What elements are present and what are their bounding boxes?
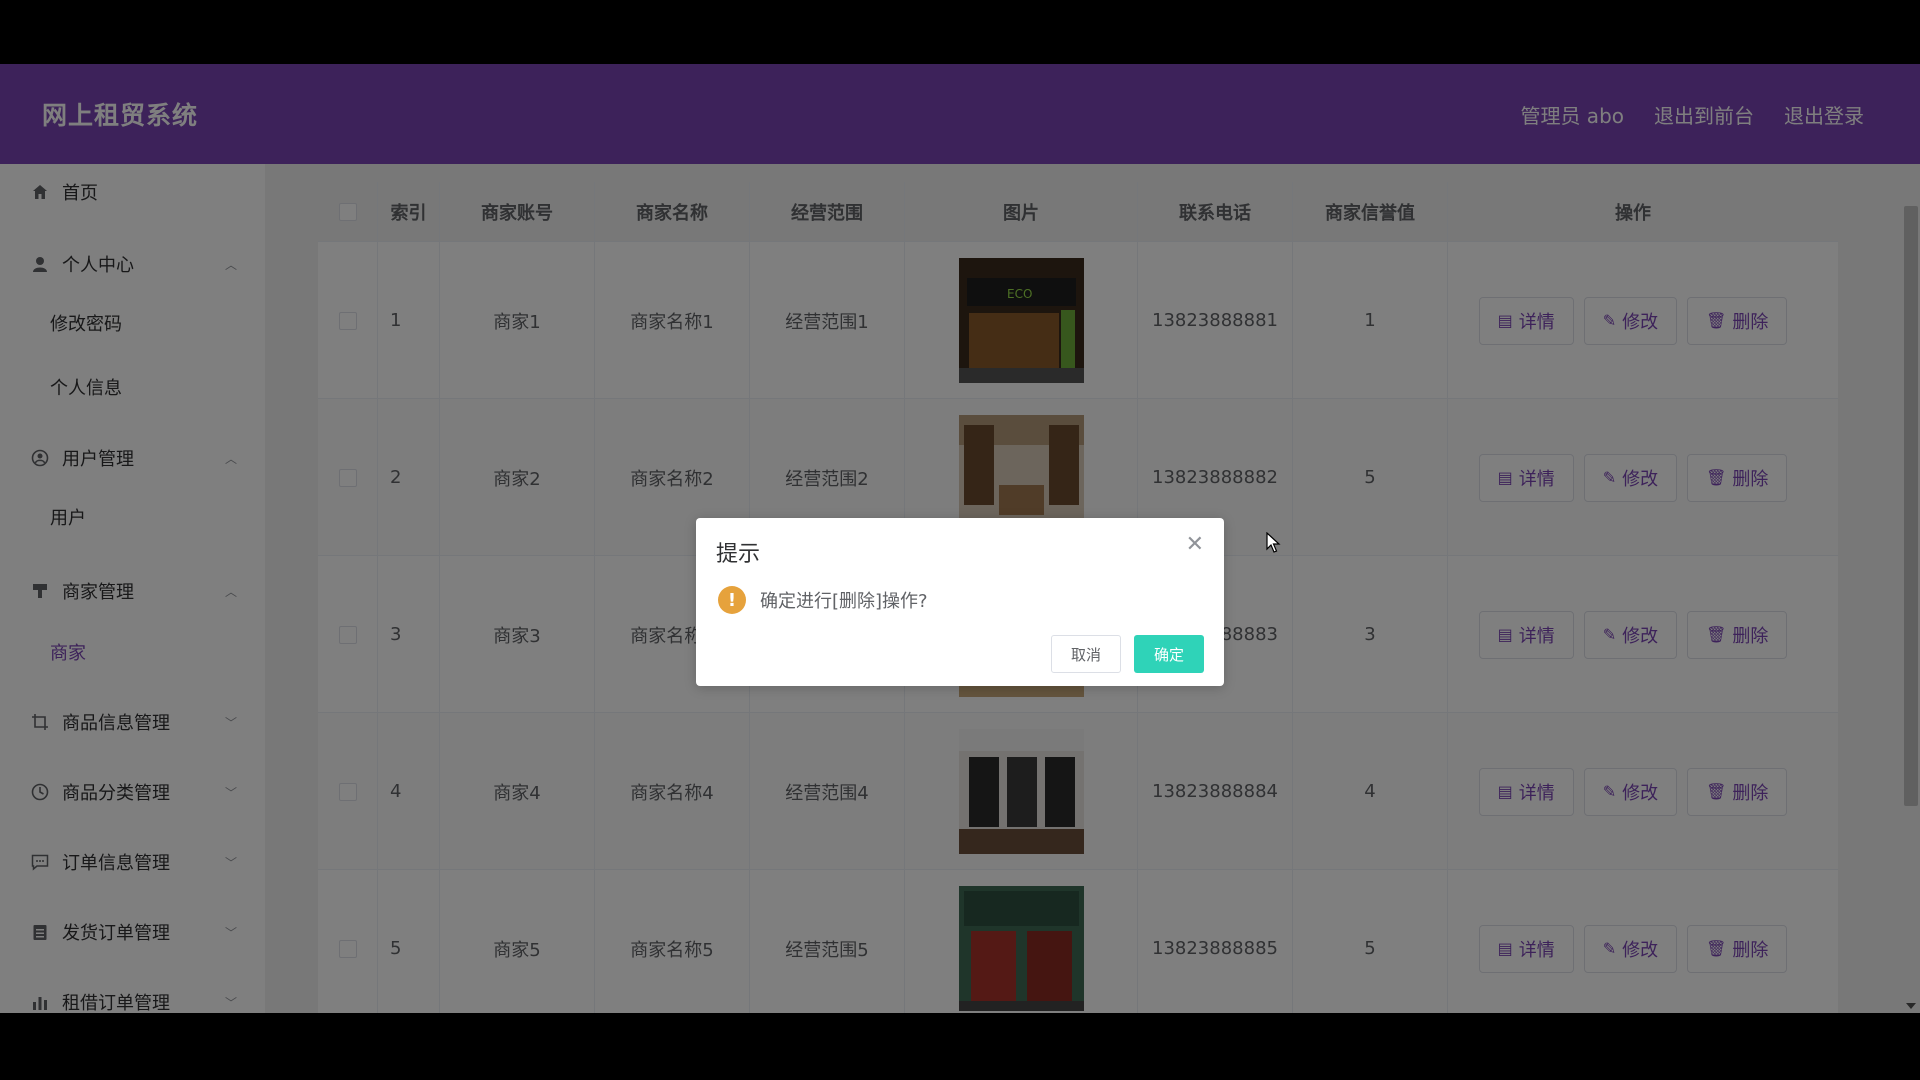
dialog-title: 提示 (716, 542, 761, 567)
dialog-message: 确定进行[删除]操作? (760, 591, 928, 612)
confirm-dialog: 提示 ✕ ! 确定进行[删除]操作? 取消 确定 (696, 518, 1224, 686)
close-icon[interactable]: ✕ (1186, 534, 1204, 556)
dialog-body: ! 确定进行[删除]操作? (718, 586, 928, 614)
mouse-cursor-icon (1266, 532, 1281, 553)
warning-icon: ! (718, 586, 746, 614)
screen: 网上租贸系统 管理员 abo 退出到前台 退出登录 首页 个人中心 ︿ (0, 0, 1920, 1080)
cancel-button[interactable]: 取消 (1051, 635, 1121, 673)
confirm-button[interactable]: 确定 (1134, 635, 1204, 673)
app-window: 网上租贸系统 管理员 abo 退出到前台 退出登录 首页 个人中心 ︿ (0, 64, 1920, 1013)
